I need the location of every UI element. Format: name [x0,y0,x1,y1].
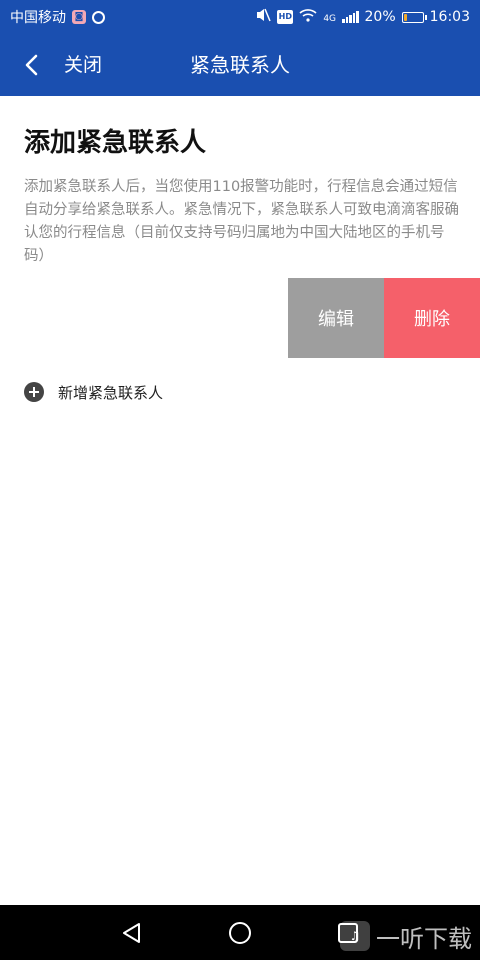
watermark-logo-icon: ♫ [340,921,370,951]
close-button[interactable]: 关闭 [64,34,102,96]
hd-icon: HD [277,10,294,24]
status-bar-right: HD 4G 20% 16:03 [255,8,470,26]
edit-button[interactable]: 编辑 [288,278,384,358]
home-circle-icon[interactable] [226,919,254,947]
delete-button[interactable]: 删除 [384,278,480,358]
battery-level-fill [403,13,407,21]
carrier-label: 中国移动 [10,10,66,26]
wifi-icon [299,8,317,26]
status-bar: 中国移动 ◙ HD 4G 20% 16:03 [0,0,480,34]
section-heading: 添加紧急联系人 [24,128,207,158]
app-bar: 紧急联系人 关闭 [0,34,480,96]
status-bar-left: 中国移动 ◙ [10,7,105,27]
battery-icon [401,11,427,23]
contact-swipe-row[interactable]: 编辑 删除 [0,278,480,358]
sync-icon [92,10,105,24]
add-contact-label: 新增紧急联系人 [58,383,164,402]
network-type-label: 4G [323,14,337,24]
add-contact-button[interactable]: 新增紧急联系人 [24,378,163,406]
mute-icon [255,8,272,26]
signal-icon [342,11,359,23]
watermark: ♫ 一听下载 [340,916,472,956]
carrier-app-icon: ◙ [72,10,86,24]
status-time: 16:03 [429,9,470,25]
description-text: 添加紧急联系人后，当您使用110报警功能时，行程信息会通过短信自动分享给紧急联系… [24,179,459,264]
battery-percent: 20% [364,9,396,25]
back-chevron-icon[interactable] [18,52,44,78]
back-triangle-icon[interactable] [118,919,146,947]
watermark-text: 一听下载 [376,924,472,953]
plus-circle-icon [24,382,44,402]
